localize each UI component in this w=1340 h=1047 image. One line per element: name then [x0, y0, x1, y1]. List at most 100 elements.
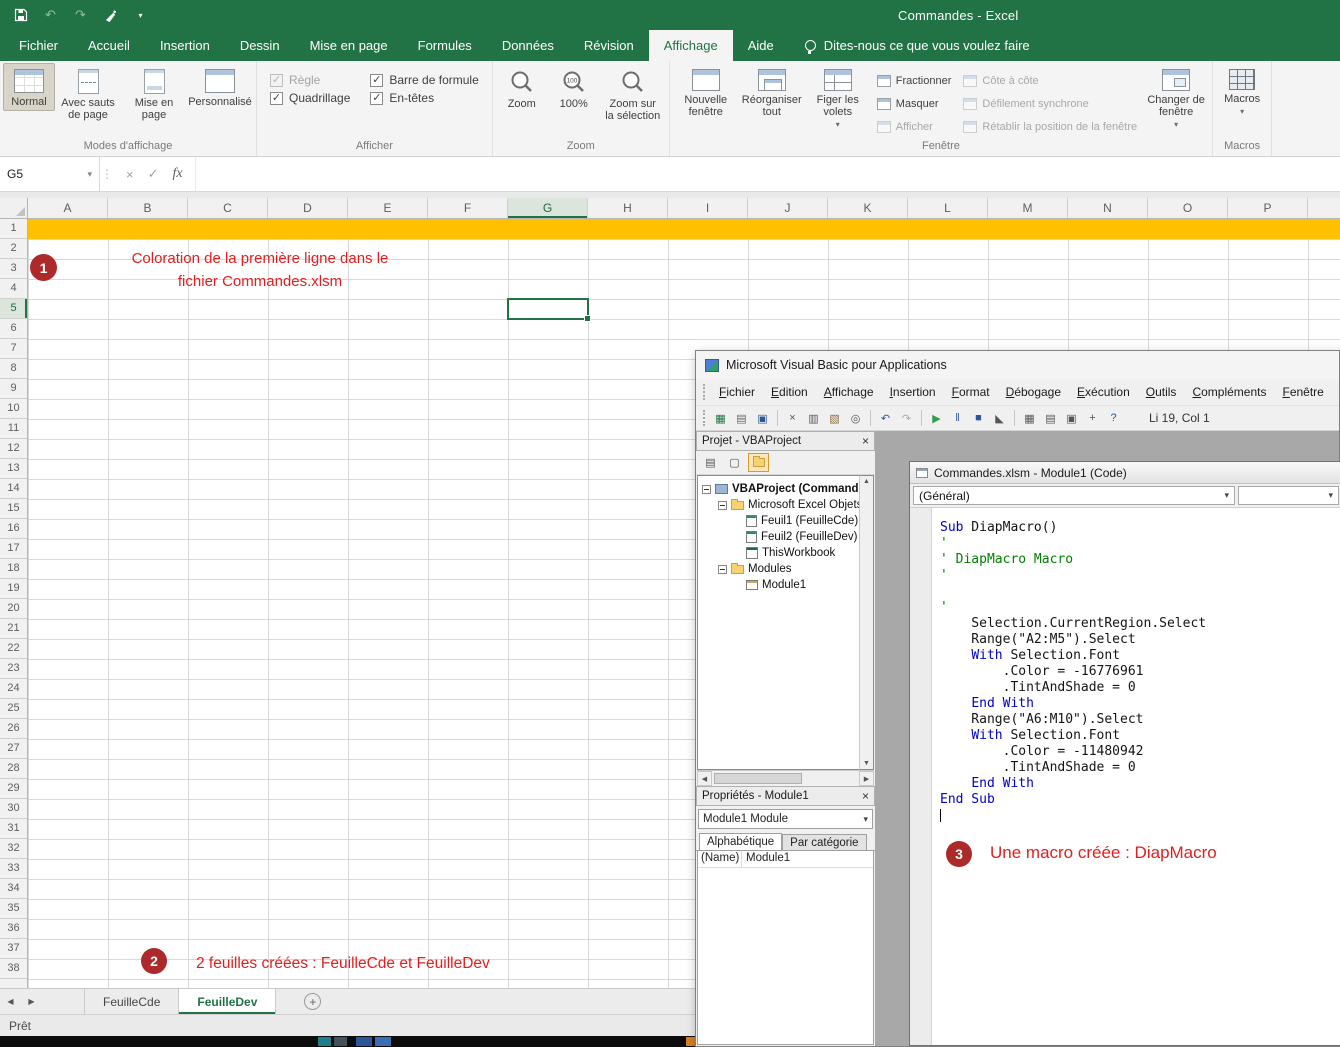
column-header-p[interactable]: P [1228, 198, 1308, 218]
ribbon-tab-affichage[interactable]: Affichage [649, 30, 733, 61]
project-tree-vscrollbar[interactable]: ▲▼ [859, 475, 874, 770]
row-header-34[interactable]: 34 [0, 879, 27, 899]
row-header-21[interactable]: 21 [0, 619, 27, 639]
column-header-b[interactable]: B [108, 198, 188, 218]
cancel-icon[interactable]: × [126, 167, 134, 182]
view-code-icon[interactable]: ▤ [700, 453, 721, 472]
row-header-8[interactable]: 8 [0, 359, 27, 379]
row-header-20[interactable]: 20 [0, 599, 27, 619]
tell-me-box[interactable]: Dites-nous ce que vous voulez faire [805, 30, 1030, 61]
vba-menu-item[interactable]: ? [1332, 382, 1340, 402]
vba-menu-fenetre[interactable]: Fenêtre [1274, 382, 1331, 402]
ribbon-tab-fichier[interactable]: Fichier [4, 30, 73, 61]
row-header-9[interactable]: 9 [0, 379, 27, 399]
properties-object-combo[interactable]: Module1 Module ▾ [698, 809, 873, 829]
column-header-d[interactable]: D [268, 198, 348, 218]
find-icon[interactable]: ◎ [846, 409, 865, 427]
row-header-12[interactable]: 12 [0, 439, 27, 459]
row-header-32[interactable]: 32 [0, 839, 27, 859]
sheet-tab-feuilledev[interactable]: FeuilleDev [179, 989, 276, 1014]
vba-menu-debogage[interactable]: Débogage [998, 382, 1069, 402]
tree-item-module1[interactable]: Module1 [698, 577, 859, 593]
property-row[interactable]: (Name)Module1 [698, 851, 873, 868]
ribbon-tab-dessin[interactable]: Dessin [225, 30, 295, 61]
row-header-6[interactable]: 6 [0, 319, 27, 339]
column-header-j[interactable]: J [748, 198, 828, 218]
redo-icon[interactable]: ↷ [897, 409, 916, 427]
taskbar-app-1[interactable] [318, 1037, 331, 1046]
tree-item-feuil1-feuillecde[interactable]: Feuil1 (FeuilleCde) [698, 513, 859, 529]
column-header-f[interactable]: F [428, 198, 508, 218]
row-header-37[interactable]: 37 [0, 939, 27, 959]
save-icon[interactable] [12, 7, 29, 24]
ribbon-tab-insertion[interactable]: Insertion [145, 30, 225, 61]
vba-menu-complements[interactable]: Compléments [1184, 382, 1274, 402]
button-reorganiser-tout[interactable]: Réorganiser tout [739, 63, 805, 121]
scroll-left-icon[interactable]: ◀ [697, 771, 712, 786]
button-defilement-synchrone[interactable]: Défilement synchrone [963, 94, 1137, 113]
row-header-4[interactable]: 4 [0, 279, 27, 299]
add-sheet-button[interactable]: + [304, 993, 321, 1010]
insert-function-icon[interactable]: fx [173, 166, 183, 182]
undo-icon[interactable]: ↶ [42, 7, 59, 24]
object-combo[interactable]: (Général) ▾ [913, 486, 1235, 505]
ribbon-tab-aide[interactable]: Aide [733, 30, 789, 61]
button-retablir-la-position-de-la-fenetre[interactable]: Rétablir la position de la fenêtre [963, 117, 1137, 136]
button-zoom[interactable]: Zoom [496, 63, 548, 113]
button-zoom-sur-la-selection[interactable]: Zoom sur la sélection [600, 63, 666, 125]
tree-item-thisworkbook[interactable]: ThisWorkbook [698, 545, 859, 561]
button-afficher[interactable]: Afficher [877, 117, 952, 136]
row-header-2[interactable]: 2 [0, 239, 27, 259]
expand-collapse-icon[interactable] [718, 501, 727, 510]
vba-titlebar[interactable]: Microsoft Visual Basic pour Applications [696, 351, 1339, 379]
column-header-l[interactable]: L [908, 198, 988, 218]
checkbox-regle[interactable]: ✓Règle [270, 73, 350, 87]
column-header-c[interactable]: C [188, 198, 268, 218]
column-header-e[interactable]: E [348, 198, 428, 218]
tree-item-vbaproject-commande[interactable]: VBAProject (Commande [698, 481, 859, 497]
tree-item-microsoft-excel-objets[interactable]: Microsoft Excel Objets [698, 497, 859, 513]
row-header-22[interactable]: 22 [0, 639, 27, 659]
button-personnalise[interactable]: Personnalisé [187, 63, 253, 111]
name-box[interactable]: G5 ▾ [0, 157, 100, 191]
row-header-16[interactable]: 16 [0, 519, 27, 539]
row-header-17[interactable]: 17 [0, 539, 27, 559]
row-header-10[interactable]: 10 [0, 399, 27, 419]
row-header-23[interactable]: 23 [0, 659, 27, 679]
inking-icon[interactable] [102, 7, 119, 24]
button-normal[interactable]: Normal [3, 63, 55, 111]
view-object-icon[interactable]: ▢ [724, 453, 745, 472]
properties-close-icon[interactable]: × [862, 790, 869, 802]
checkbox-quadrillage[interactable]: ✓Quadrillage [270, 91, 350, 105]
button-avec-sauts-de-page[interactable]: Avec sauts de page [55, 63, 121, 124]
row-header-26[interactable]: 26 [0, 719, 27, 739]
paste-icon[interactable]: ▧ [825, 409, 844, 427]
code-window-titlebar[interactable]: Commandes.xlsm - Module1 (Code) [910, 462, 1340, 484]
expand-collapse-icon[interactable] [718, 565, 727, 574]
scroll-up-icon[interactable]: ▲ [863, 478, 870, 485]
row-header-25[interactable]: 25 [0, 699, 27, 719]
row-header-3[interactable]: 3 [0, 259, 27, 279]
select-all-corner[interactable] [0, 198, 28, 219]
vba-menu-affichage[interactable]: Affichage [816, 382, 882, 402]
code-editor[interactable]: Sub DiapMacro()'' DiapMacro Macro'' Sele… [932, 508, 1340, 1045]
button-figer-les-volets[interactable]: Figer les volets▾ [805, 63, 871, 131]
formula-input[interactable] [196, 157, 1340, 191]
properties-window-icon[interactable]: ▤ [1041, 409, 1060, 427]
excel-view-icon[interactable]: ▦ [711, 409, 730, 427]
qat-customize-icon[interactable]: ▾ [132, 7, 149, 24]
ribbon-tab-mise-en-page[interactable]: Mise en page [295, 30, 403, 61]
design-mode-icon[interactable]: ◣ [990, 409, 1009, 427]
column-header-k[interactable]: K [828, 198, 908, 218]
help-icon[interactable]: ? [1104, 409, 1123, 427]
button-macros[interactable]: Macros▾ [1216, 63, 1268, 118]
column-header-o[interactable]: O [1148, 198, 1228, 218]
sheet-nav-left-icon[interactable]: ◀ [0, 989, 21, 1014]
row-header-35[interactable]: 35 [0, 899, 27, 919]
button-cote-a-cote[interactable]: Côte à côte [963, 71, 1137, 90]
row-header-14[interactable]: 14 [0, 479, 27, 499]
row-header-15[interactable]: 15 [0, 499, 27, 519]
undo-icon[interactable]: ↶ [876, 409, 895, 427]
properties-tab-par-categorie[interactable]: Par catégorie [782, 834, 866, 850]
vba-menu-execution[interactable]: Exécution [1069, 382, 1138, 402]
